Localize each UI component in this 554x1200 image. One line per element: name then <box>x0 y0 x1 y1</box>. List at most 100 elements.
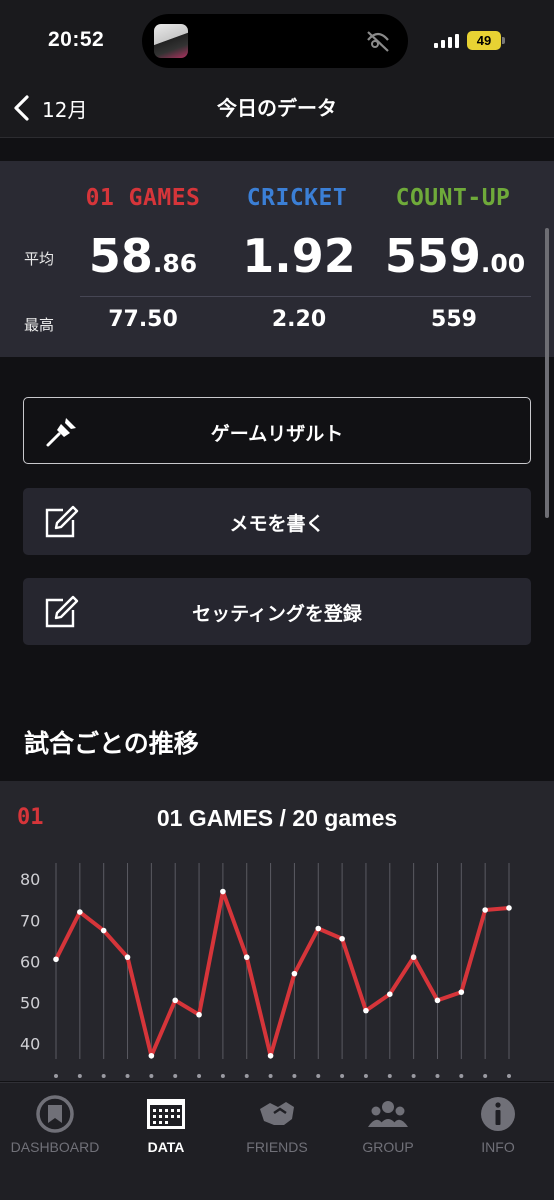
chart-x-marker <box>507 1074 511 1078</box>
now-playing-artwork <box>154 24 188 58</box>
chart-data-point <box>363 1007 369 1014</box>
muted-icon <box>367 31 389 52</box>
chart-y-tick-label: 80 <box>20 870 40 889</box>
chart-data-point <box>434 997 441 1004</box>
chart-data-point <box>315 925 322 932</box>
stats-summary-card: 01 GAMES CRICKET COUNT-UP 平均 58.86 1.92 … <box>0 161 554 357</box>
chart-y-tick-label: 70 <box>20 911 40 930</box>
chart-x-marker <box>125 1074 130 1078</box>
tab-friends-label: FRIENDS <box>246 1139 308 1155</box>
chart-data-point <box>267 1052 274 1059</box>
chart-data-point <box>458 989 465 995</box>
chart-x-marker <box>54 1074 58 1078</box>
chart-x-marker <box>220 1074 225 1078</box>
average-label: 平均 <box>24 250 55 268</box>
dashboard-icon <box>36 1095 74 1133</box>
chart-y-tick-label: 50 <box>20 993 40 1012</box>
chart-y-tick-label: 60 <box>20 952 40 971</box>
games01-average-int: 58 <box>88 229 153 283</box>
chart-x-marker <box>101 1074 106 1078</box>
countup-average: 559.00 <box>370 229 540 283</box>
tab-group-label: GROUP <box>362 1139 414 1155</box>
chart-x-marker <box>149 1074 154 1078</box>
chart-data-point <box>410 954 417 961</box>
tab-group[interactable]: GROUP <box>333 1093 443 1155</box>
countup-average-int: 559 <box>384 229 481 283</box>
chart-data-point <box>53 956 59 963</box>
chart-data-point <box>291 970 298 977</box>
write-memo-label: メモを書く <box>229 513 325 535</box>
battery-tip <box>502 37 505 44</box>
chart-x-marker <box>173 1074 178 1078</box>
chart-x-marker <box>411 1074 416 1078</box>
chart-x-marker <box>77 1074 82 1078</box>
tab-info-label: INFO <box>481 1139 515 1155</box>
game-result-button[interactable]: ゲームリザルト <box>23 397 531 464</box>
section-title: 試合ごとの推移 <box>24 729 199 758</box>
chart-x-marker <box>316 1074 321 1078</box>
tab-dashboard[interactable]: DASHBOARD <box>0 1093 110 1155</box>
chart-data-point <box>482 907 488 913</box>
game-result-label: ゲームリザルト <box>210 423 344 445</box>
chart-data-point <box>172 997 179 1004</box>
battery-icon: 49 <box>467 31 501 50</box>
tab-bar: DASHBOARD DATA FRIENDS GROUP INFO <box>0 1082 554 1200</box>
max-label: 最高 <box>24 316 55 334</box>
chart-series-line <box>54 889 511 1058</box>
status-bar: 20:52 49 <box>0 0 554 80</box>
chart-x-marker <box>483 1074 488 1078</box>
chart-data-point <box>124 954 131 961</box>
chart-data-point <box>243 954 250 961</box>
data-icon <box>147 1099 185 1129</box>
chart-data-point <box>386 991 393 997</box>
chart-x-marker <box>387 1074 392 1078</box>
stats-divider <box>80 296 531 297</box>
games01-trend-chart: 80 70 60 50 40 01 01 GAMES / 20 games <box>0 781 554 1081</box>
chart-data-point <box>100 927 107 934</box>
tab-data-label: DATA <box>147 1139 185 1155</box>
group-icon <box>368 1101 408 1127</box>
chart-title: 01 GAMES / 20 games <box>156 805 398 831</box>
chart-x-marker <box>340 1074 345 1078</box>
countup-average-dec: .00 <box>480 249 526 278</box>
chart-data-point <box>339 935 345 942</box>
dynamic-island <box>142 14 408 68</box>
info-icon <box>481 1097 515 1131</box>
chart-data-point <box>506 905 512 911</box>
register-setting-button[interactable]: セッティングを登録 <box>23 578 531 645</box>
games01-average-dec: .86 <box>152 249 198 278</box>
write-memo-button[interactable]: メモを書く <box>23 488 531 555</box>
chart-x-marker <box>197 1074 202 1078</box>
chart-x-marker <box>459 1074 464 1078</box>
games01-max: 77.50 <box>108 307 178 332</box>
cricket-average: 1.92 <box>214 229 384 283</box>
chart-data-point <box>220 888 226 895</box>
scroll-indicator[interactable] <box>545 228 549 518</box>
register-setting-label: セッティングを登録 <box>192 603 362 625</box>
cricket-max: 2.20 <box>271 307 327 332</box>
chart-y-tick-label: 40 <box>20 1034 40 1053</box>
friends-icon <box>260 1102 294 1125</box>
tab-info[interactable]: INFO <box>443 1093 553 1155</box>
nav-bar: 12月 今日のデータ <box>0 80 554 138</box>
games01-header: 01 GAMES <box>85 185 201 211</box>
chart-x-marker <box>435 1074 440 1078</box>
countup-max: 559 <box>431 307 477 332</box>
page-title: 今日のデータ <box>217 96 337 120</box>
tab-data[interactable]: DATA <box>111 1093 221 1155</box>
games01-average: 58.86 <box>58 229 228 283</box>
cricket-header: CRICKET <box>246 185 348 211</box>
status-time: 20:52 <box>48 28 105 51</box>
chart-x-marker <box>268 1074 273 1078</box>
chart-data-point <box>148 1052 155 1059</box>
cellular-signal-icon <box>434 34 462 48</box>
chart-x-marker <box>292 1074 297 1078</box>
tab-dashboard-label: DASHBOARD <box>10 1139 100 1155</box>
chart-x-marker <box>363 1074 368 1078</box>
chart-x-marker <box>244 1074 249 1078</box>
chart-data-point <box>77 909 83 915</box>
countup-header: COUNT-UP <box>395 185 511 211</box>
cricket-average-int: 1.92 <box>242 229 356 283</box>
chart-data-point <box>196 1011 202 1018</box>
tab-friends[interactable]: FRIENDS <box>222 1093 332 1155</box>
